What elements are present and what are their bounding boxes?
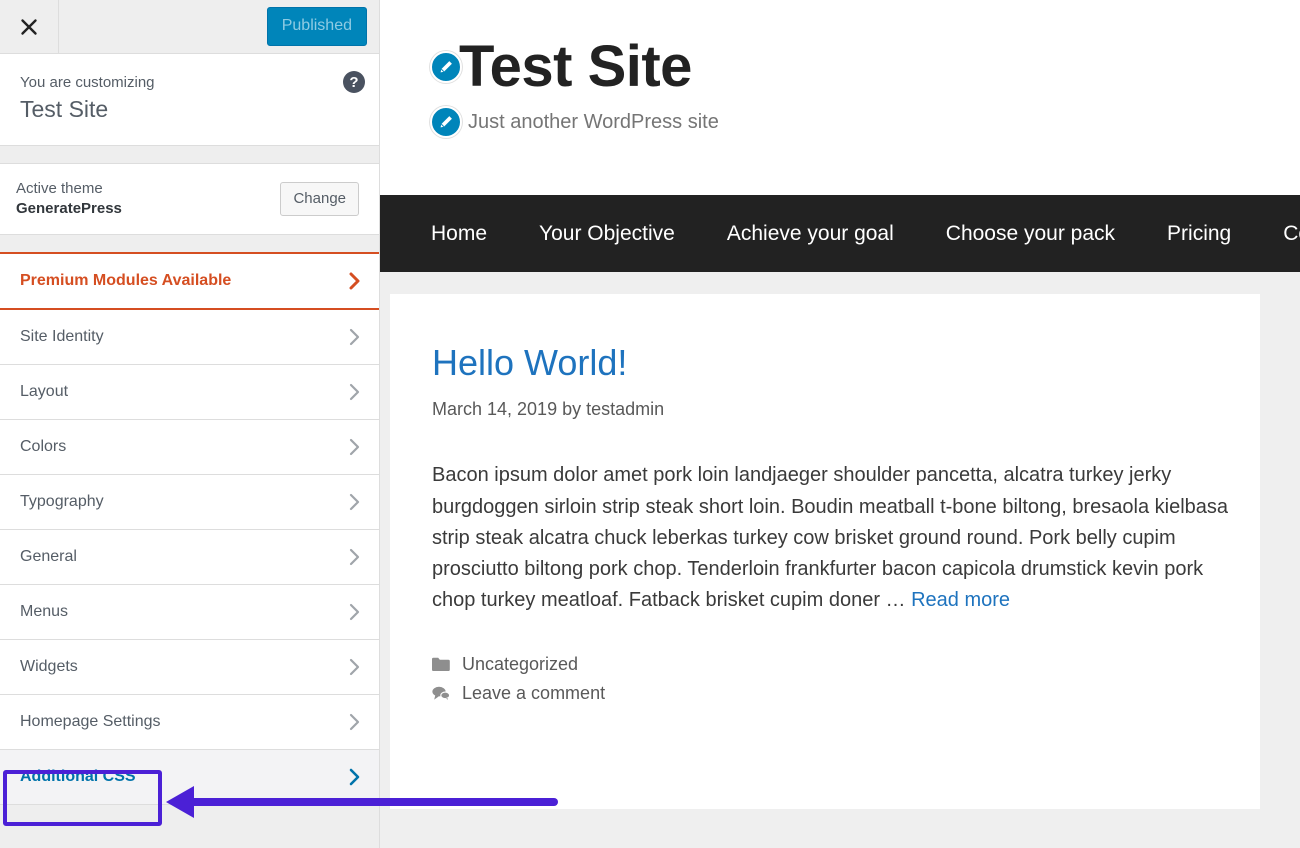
post-excerpt-ellipsis: … <box>886 589 912 611</box>
chevron-right-icon <box>349 602 361 622</box>
preview-site-title: Test Site <box>459 38 692 96</box>
customizer-panel-typography[interactable]: Typography <box>0 475 379 530</box>
chevron-right-icon <box>349 271 361 291</box>
customizer-panel-label: General <box>20 548 77 566</box>
post-comment-label: Leave a comment <box>462 683 605 704</box>
post-excerpt: Bacon ipsum dolor amet pork loin landjae… <box>432 460 1232 616</box>
post-footer: Uncategorized Leave a comment <box>432 654 1260 704</box>
customizer-panel-label: Homepage Settings <box>20 713 161 731</box>
customizing-info: You are customizing Test Site <box>0 54 379 146</box>
customizer-panel-label: Menus <box>20 603 68 621</box>
active-theme-text: Active theme GeneratePress <box>16 179 122 220</box>
customizer-panel-widgets[interactable]: Widgets <box>0 640 379 695</box>
folder-icon <box>432 657 454 672</box>
nav-item-your-objective[interactable]: Your Objective <box>513 222 701 246</box>
sidebar-bottom-fill <box>0 805 379 835</box>
publish-button[interactable]: Published <box>267 7 367 46</box>
nav-item-achieve-your-goal[interactable]: Achieve your goal <box>701 222 920 246</box>
pencil-edit-icon-title[interactable] <box>430 51 462 83</box>
nav-item-contact-me[interactable]: Contact Me <box>1257 222 1300 246</box>
chevron-right-icon <box>349 327 361 347</box>
customizing-site-title: Test Site <box>20 95 359 125</box>
topbar-spacer <box>59 0 267 53</box>
active-theme-label: Active theme <box>16 179 122 199</box>
customizer-panel-label: Layout <box>20 383 68 401</box>
comment-bubble-icon <box>432 686 454 701</box>
customizer-screen: Published You are customizing Test Site … <box>0 0 1300 848</box>
post-meta: March 14, 2019 by testadmin <box>432 399 1260 420</box>
site-tagline-row: Just another WordPress site <box>430 106 1300 138</box>
nav-item-choose-your-pack[interactable]: Choose your pack <box>920 222 1141 246</box>
active-theme-name: GeneratePress <box>16 199 122 219</box>
customizer-panel-menus[interactable]: Menus <box>0 585 379 640</box>
chevron-right-icon <box>349 712 361 732</box>
site-preview: Test Site Just another WordPress site Ho… <box>380 0 1300 848</box>
customizer-panel-label: Typography <box>20 493 104 511</box>
chevron-right-icon <box>349 382 361 402</box>
change-theme-button[interactable]: Change <box>280 182 359 216</box>
customizer-sidebar: Published You are customizing Test Site … <box>0 0 380 848</box>
customizer-panel-label: Additional CSS <box>20 768 136 786</box>
customizing-label: You are customizing <box>20 72 359 93</box>
site-header: Test Site Just another WordPress site <box>380 0 1300 195</box>
question-mark-icon[interactable]: ? <box>343 71 365 93</box>
primary-navigation: HomeYour ObjectiveAchieve your goalChoos… <box>380 195 1300 272</box>
chevron-right-icon <box>349 657 361 677</box>
customizer-panel-homepage-settings[interactable]: Homepage Settings <box>0 695 379 750</box>
customizer-panel-layout[interactable]: Layout <box>0 365 379 420</box>
customizer-panel-label: Colors <box>20 438 66 456</box>
customizer-panel-premium-modules-available[interactable]: Premium Modules Available <box>0 252 379 310</box>
sidebar-gap-2 <box>0 235 379 252</box>
sidebar-gap <box>0 146 379 163</box>
active-theme-row: Active theme GeneratePress Change <box>0 163 379 235</box>
post-excerpt-text: Bacon ipsum dolor amet pork loin landjae… <box>432 464 1228 611</box>
nav-item-home[interactable]: Home <box>405 222 513 246</box>
read-more-link[interactable]: Read more <box>911 589 1010 611</box>
chevron-right-icon <box>349 547 361 567</box>
customizer-panel-colors[interactable]: Colors <box>0 420 379 475</box>
pencil-edit-icon-tagline[interactable] <box>430 106 462 138</box>
close-customizer-button[interactable] <box>0 0 59 53</box>
post-category-label: Uncategorized <box>462 654 578 675</box>
customizer-panel-site-identity[interactable]: Site Identity <box>0 310 379 365</box>
chevron-right-icon <box>349 767 361 787</box>
post-category-row[interactable]: Uncategorized <box>432 654 1260 675</box>
customizer-panel-label: Site Identity <box>20 328 104 346</box>
nav-item-pricing[interactable]: Pricing <box>1141 222 1257 246</box>
customizer-panel-general[interactable]: General <box>0 530 379 585</box>
customizer-topbar: Published <box>0 0 379 54</box>
customizer-panel-list: Premium Modules Available Site Identity La… <box>0 252 379 805</box>
post-card: Hello World! March 14, 2019 by testadmin… <box>390 294 1260 809</box>
preview-site-tagline: Just another WordPress site <box>468 111 719 134</box>
post-title-link[interactable]: Hello World! <box>432 342 1260 383</box>
post-comment-row[interactable]: Leave a comment <box>432 683 1260 704</box>
site-title-row: Test Site <box>430 38 1300 96</box>
preview-body: Hello World! March 14, 2019 by testadmin… <box>380 272 1300 848</box>
chevron-right-icon <box>349 492 361 512</box>
chevron-right-icon <box>349 437 361 457</box>
customizer-panel-label: Widgets <box>20 658 78 676</box>
customizer-panel-additional-css[interactable]: Additional CSS <box>0 750 379 805</box>
close-x-icon <box>20 18 38 36</box>
customizer-panel-label: Premium Modules Available <box>20 272 231 290</box>
